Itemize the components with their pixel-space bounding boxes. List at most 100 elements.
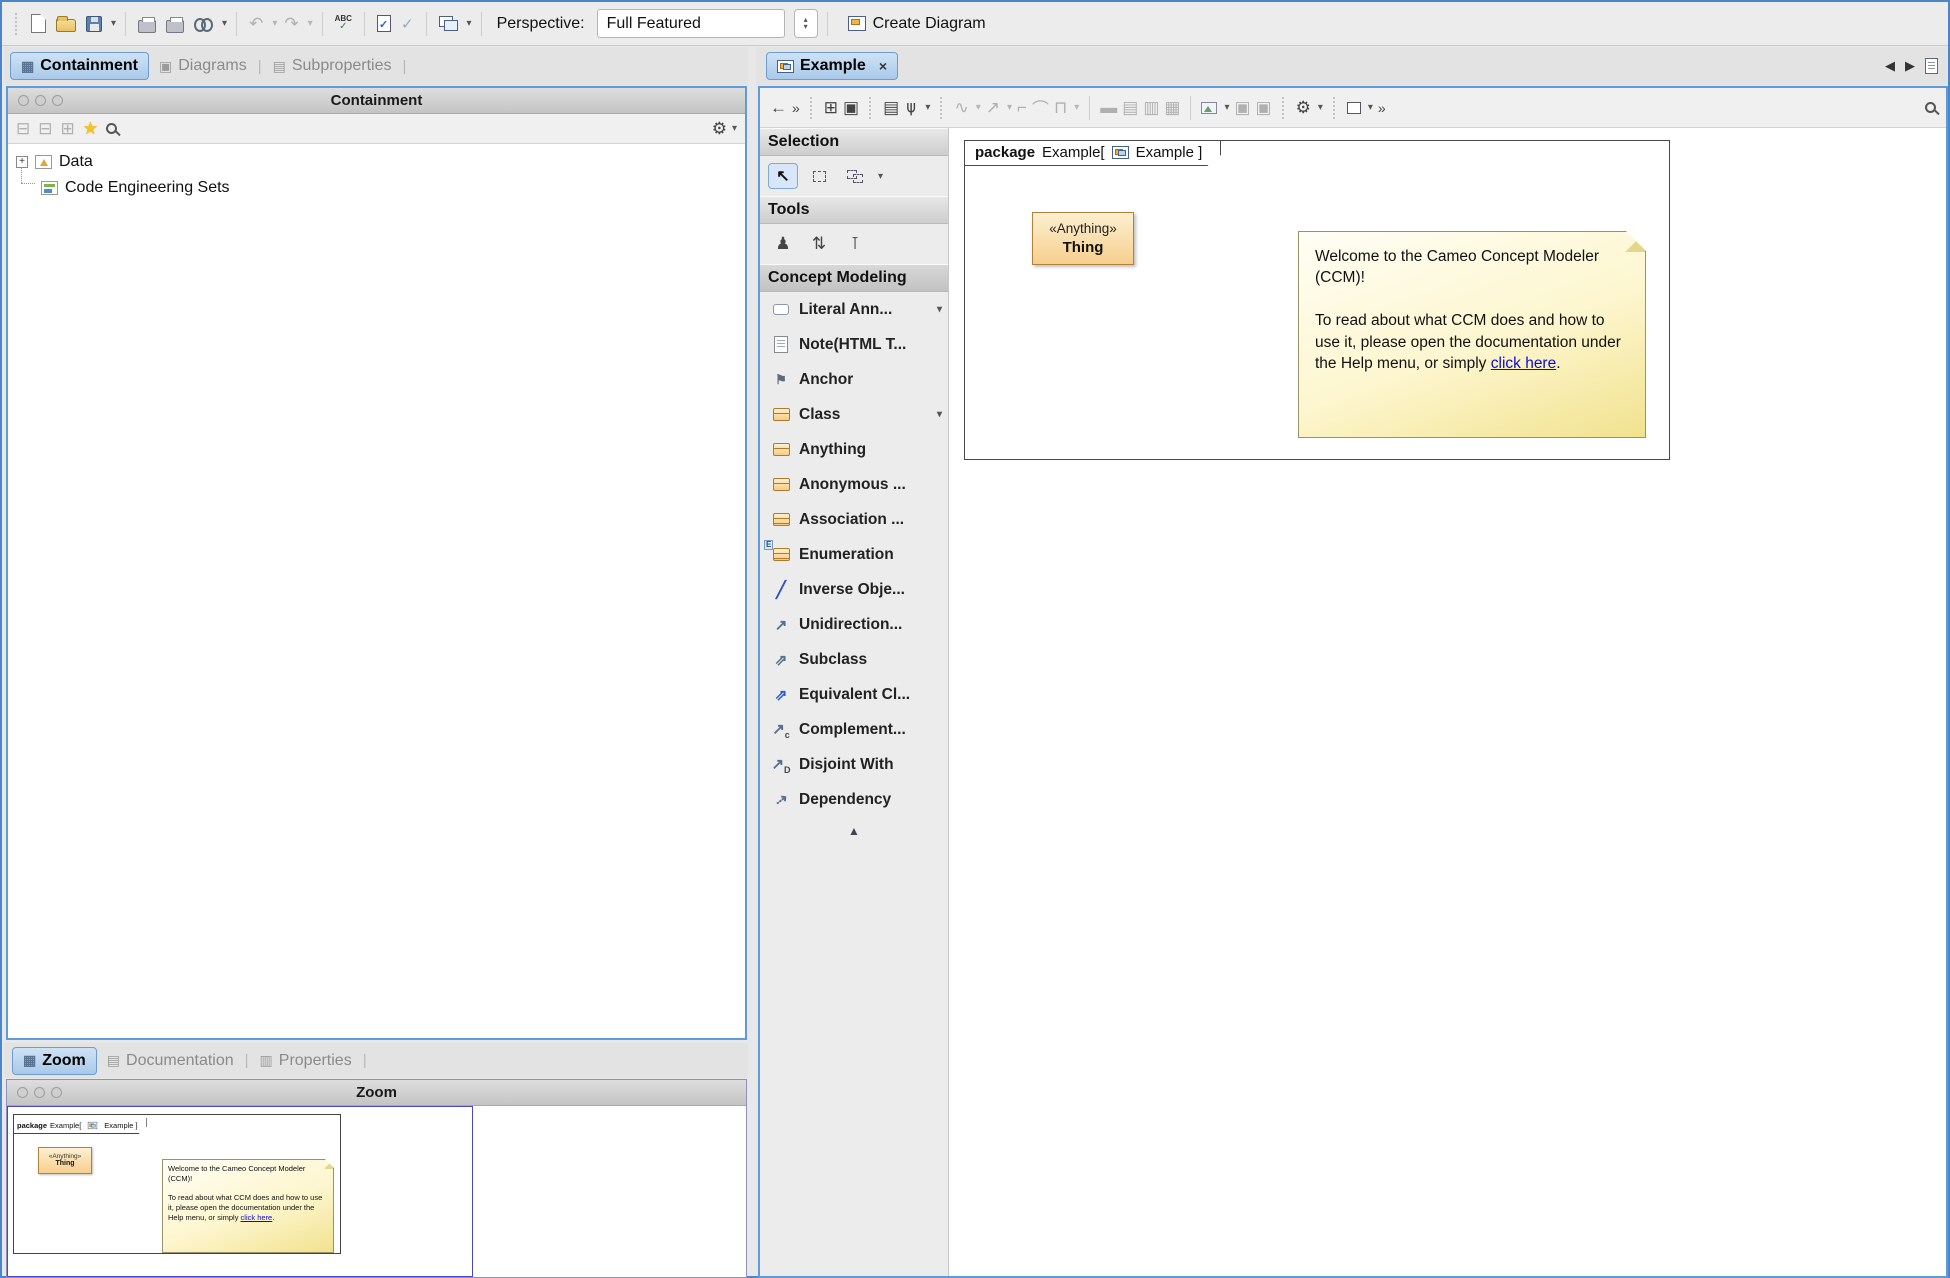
expand-node-icon[interactable]: + xyxy=(16,156,28,168)
distribute-tool-button[interactable]: ⊺ xyxy=(840,231,870,257)
hierarchy-dropdown-caret[interactable]: ▾ xyxy=(925,102,930,113)
palette-item-note-html[interactable]: Note(HTML T... xyxy=(760,327,948,362)
palette-item-dependency[interactable]: ⇢ Dependency xyxy=(760,782,948,817)
multi-select-button[interactable] xyxy=(840,163,870,189)
line-style-icon[interactable]: ↗ xyxy=(986,98,1000,118)
selection-dropdown-caret[interactable]: ▾ xyxy=(878,171,883,182)
find-dropdown-caret[interactable]: ▾ xyxy=(222,18,227,29)
print-preview-button[interactable] xyxy=(163,13,187,35)
align-left-icon[interactable]: ▬ xyxy=(1100,98,1117,118)
back-icon[interactable]: ← xyxy=(770,98,787,118)
package-frame[interactable]: package Example[ Example ] «Anything» Th… xyxy=(964,140,1670,460)
gear-icon[interactable]: ⚙ xyxy=(1296,98,1311,118)
tab-list-icon[interactable] xyxy=(1925,58,1938,74)
panel-close-icon[interactable] xyxy=(17,1087,28,1098)
add-diagram-icon[interactable]: ▣ xyxy=(1234,98,1250,118)
align-center-icon[interactable]: ▤ xyxy=(1122,98,1138,118)
tab-diagrams[interactable]: ▣ Diagrams xyxy=(149,53,257,79)
path-dropdown-caret[interactable]: ▾ xyxy=(1074,102,1079,113)
panel-close-icon[interactable] xyxy=(18,95,29,106)
panel-float-icon[interactable] xyxy=(52,95,63,106)
zoom-viewport-rect[interactable] xyxy=(7,1106,473,1277)
add-legend-icon[interactable]: ▣ xyxy=(1256,98,1272,118)
hierarchy-icon[interactable]: ⋔ xyxy=(904,98,918,118)
undo-dropdown-caret[interactable]: ▾ xyxy=(272,18,277,29)
panel-float-icon[interactable] xyxy=(51,1087,62,1098)
print-button[interactable] xyxy=(135,13,159,35)
diagrams-dropdown-caret[interactable]: ▾ xyxy=(467,18,472,29)
image-shape-icon[interactable] xyxy=(1201,102,1217,114)
expand-all-icon[interactable]: ⊟ xyxy=(38,119,52,139)
palette-section-tools[interactable]: Tools xyxy=(760,196,948,224)
magnet-icon[interactable]: ∿ xyxy=(954,98,968,118)
favorites-star-icon[interactable]: ★ xyxy=(83,119,98,139)
tab-properties[interactable]: ▥ Properties xyxy=(250,1048,362,1074)
next-tab-icon[interactable]: ▶ xyxy=(1905,58,1915,74)
search-icon[interactable] xyxy=(106,123,117,134)
check-syntax-button[interactable]: ✓ xyxy=(398,13,417,35)
more-toolbar-chevron-icon[interactable]: » xyxy=(792,100,800,116)
palette-item-inverse-object[interactable]: ╱ Inverse Obje... xyxy=(760,572,948,607)
tab-documentation[interactable]: ▤ Documentation xyxy=(97,1048,244,1074)
grid-icon[interactable] xyxy=(1347,102,1361,114)
curve-path-icon[interactable]: ⌒ xyxy=(1032,95,1049,120)
related-diagrams-button[interactable] xyxy=(436,14,461,33)
palette-item-anything[interactable]: Anything xyxy=(760,432,948,467)
diagram-overview-icon[interactable]: ▣ xyxy=(843,98,859,118)
palette-item-class[interactable]: Class ▾ xyxy=(760,397,948,432)
palette-item-equivalent-class[interactable]: ⇗ Equivalent Cl... xyxy=(760,677,948,712)
containment-tree-icon[interactable]: ⊞ xyxy=(824,98,838,118)
close-icon[interactable]: × xyxy=(879,58,887,74)
palette-scroll-up[interactable]: ▲ xyxy=(760,817,948,845)
grid-dropdown-caret[interactable]: ▾ xyxy=(1368,102,1373,113)
spell-check-button[interactable]: ABC✓ xyxy=(332,13,355,34)
create-diagram-button[interactable]: Create Diagram xyxy=(845,13,989,35)
palette-item-anchor[interactable]: ⚑ Anchor xyxy=(760,362,948,397)
new-project-button[interactable] xyxy=(28,12,49,35)
gear-icon[interactable]: ⚙ xyxy=(712,119,727,139)
gear-dropdown-caret[interactable]: ▾ xyxy=(1318,102,1323,113)
chevron-down-icon[interactable]: ▾ xyxy=(937,409,942,420)
collapse-all-icon[interactable]: ⊟ xyxy=(16,119,30,139)
zoom-search-icon[interactable] xyxy=(1925,102,1936,113)
palette-item-subclass[interactable]: ⇗ Subclass xyxy=(760,642,948,677)
package-frame-header[interactable]: package Example[ Example ] xyxy=(965,141,1221,166)
image-dropdown-caret[interactable]: ▾ xyxy=(1224,102,1229,113)
tab-containment[interactable]: ▦ Containment xyxy=(10,52,149,80)
panel-minimize-icon[interactable] xyxy=(35,95,46,106)
align-tool-button[interactable]: ⇅ xyxy=(804,231,834,257)
tab-example-diagram[interactable]: Example × xyxy=(766,52,898,80)
palette-section-selection[interactable]: Selection xyxy=(760,128,948,156)
palette-item-anonymous[interactable]: Anonymous ... xyxy=(760,467,948,502)
click-here-link[interactable]: click here xyxy=(1491,355,1556,372)
save-dropdown-caret[interactable]: ▾ xyxy=(111,18,116,29)
tab-subproperties[interactable]: ▤ Subproperties xyxy=(263,53,402,79)
diagram-properties-icon[interactable]: ▤ xyxy=(883,98,899,118)
reset-path-icon[interactable]: ⊓ xyxy=(1054,98,1067,118)
redo-dropdown-caret[interactable]: ▾ xyxy=(308,18,313,29)
diagram-canvas[interactable]: package Example[ Example ] «Anything» Th… xyxy=(950,128,1946,1276)
undo-button[interactable]: ↶ xyxy=(246,12,266,36)
palette-item-association[interactable]: Association ... xyxy=(760,502,948,537)
validate-button[interactable] xyxy=(374,13,394,34)
welcome-note[interactable]: Welcome to the Cameo Concept Modeler (CC… xyxy=(1298,231,1646,438)
palette-item-literal-annotation[interactable]: Literal Ann... ▾ xyxy=(760,292,948,327)
rectilinear-path-icon[interactable]: ⌐ xyxy=(1017,98,1027,118)
make-same-size-icon[interactable]: ▦ xyxy=(1164,98,1180,118)
palette-item-disjoint-with[interactable]: ↗D Disjoint With xyxy=(760,747,948,782)
select-tool-button[interactable]: ↖ xyxy=(768,163,798,189)
panel-minimize-icon[interactable] xyxy=(34,1087,45,1098)
palette-item-enumeration[interactable]: Enumeration xyxy=(760,537,948,572)
tab-zoom[interactable]: ▦ Zoom xyxy=(12,1047,97,1075)
palette-item-complement[interactable]: ↗c Complement... xyxy=(760,712,948,747)
open-in-new-tree-icon[interactable]: ⊞ xyxy=(61,119,75,139)
find-button[interactable] xyxy=(191,16,216,31)
previous-tab-icon[interactable]: ◀ xyxy=(1885,58,1895,74)
redo-button[interactable]: ↷ xyxy=(281,12,301,36)
open-project-button[interactable] xyxy=(53,13,79,34)
palette-item-unidirectional[interactable]: ↗ Unidirection... xyxy=(760,607,948,642)
line-style-dropdown-caret[interactable]: ▾ xyxy=(1007,102,1012,113)
palette-section-concept-modeling[interactable]: Concept Modeling xyxy=(760,264,948,292)
gear-dropdown-caret[interactable]: ▾ xyxy=(732,123,737,134)
tree-row-data[interactable]: + Data xyxy=(8,149,745,175)
